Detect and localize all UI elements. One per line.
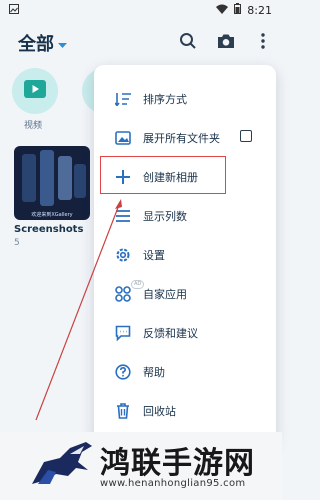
notification-image-icon	[9, 3, 19, 17]
help-icon	[112, 361, 134, 383]
menu-label: 展开所有文件夹	[143, 132, 220, 145]
plus-icon	[112, 166, 134, 188]
sort-icon	[112, 88, 134, 110]
menu-item-create-album[interactable]: 创建新相册	[94, 158, 276, 196]
image-icon	[112, 127, 134, 149]
dropdown-arrow-icon	[58, 33, 67, 54]
feedback-icon	[112, 322, 134, 344]
chip-label-video: 视频	[24, 121, 43, 131]
thumbnail-caption: 欢迎来到XGallery	[31, 212, 73, 218]
menu-item-expand-folders[interactable]: 展开所有文件夹	[94, 119, 276, 157]
trash-icon	[112, 400, 134, 422]
battery-icon	[234, 3, 242, 17]
page-title: 全部	[18, 34, 54, 55]
album-name[interactable]: Screenshots	[14, 224, 83, 235]
video-category-chip[interactable]	[12, 68, 58, 114]
menu-label: 设置	[143, 249, 165, 262]
menu-label: 自家应用	[143, 288, 187, 301]
watermark-banner: 鸿联手游网 www.henanhonglian95.com	[0, 432, 282, 500]
columns-icon	[112, 205, 134, 227]
menu-item-trash[interactable]: 回收站	[94, 392, 276, 430]
more-vert-icon[interactable]	[252, 30, 274, 52]
album-thumbnail[interactable]: 欢迎来到XGallery	[14, 146, 90, 220]
watermark-url: www.henanhonglian95.com	[100, 478, 246, 489]
menu-label: 帮助	[143, 366, 165, 379]
menu-item-sort[interactable]: 排序方式	[94, 80, 276, 118]
status-time: 8:21	[247, 3, 272, 17]
overflow-menu: 排序方式 展开所有文件夹 创建新相册 显示列数 设置 自家应用 反馈和建议 帮助…	[94, 65, 276, 445]
menu-item-feedback[interactable]: 反馈和建议	[94, 314, 276, 352]
expand-folders-checkbox[interactable]	[240, 130, 252, 142]
camera-icon[interactable]	[215, 30, 237, 52]
menu-label: 反馈和建议	[143, 327, 198, 340]
horse-logo-icon	[32, 442, 92, 484]
menu-label: 回收站	[143, 405, 176, 418]
menu-label: 创建新相册	[143, 171, 198, 184]
ad-badge: AD	[131, 280, 145, 289]
menu-item-own-apps[interactable]: 自家应用	[94, 275, 276, 313]
menu-label: 排序方式	[143, 93, 187, 106]
status-bar: 8:21	[0, 0, 282, 20]
filter-dropdown[interactable]: 全部	[18, 30, 67, 56]
album-count: 5	[14, 238, 20, 248]
watermark-title: 鸿联手游网	[100, 446, 255, 481]
menu-item-columns[interactable]: 显示列数	[94, 197, 276, 235]
video-play-icon	[24, 80, 46, 102]
search-icon[interactable]	[177, 30, 199, 52]
wifi-icon	[216, 4, 229, 17]
top-app-bar: 全部	[0, 22, 282, 60]
menu-item-settings[interactable]: 设置	[94, 236, 276, 274]
gear-icon	[112, 244, 134, 266]
menu-label: 显示列数	[143, 210, 187, 223]
menu-item-help[interactable]: 帮助	[94, 353, 276, 391]
